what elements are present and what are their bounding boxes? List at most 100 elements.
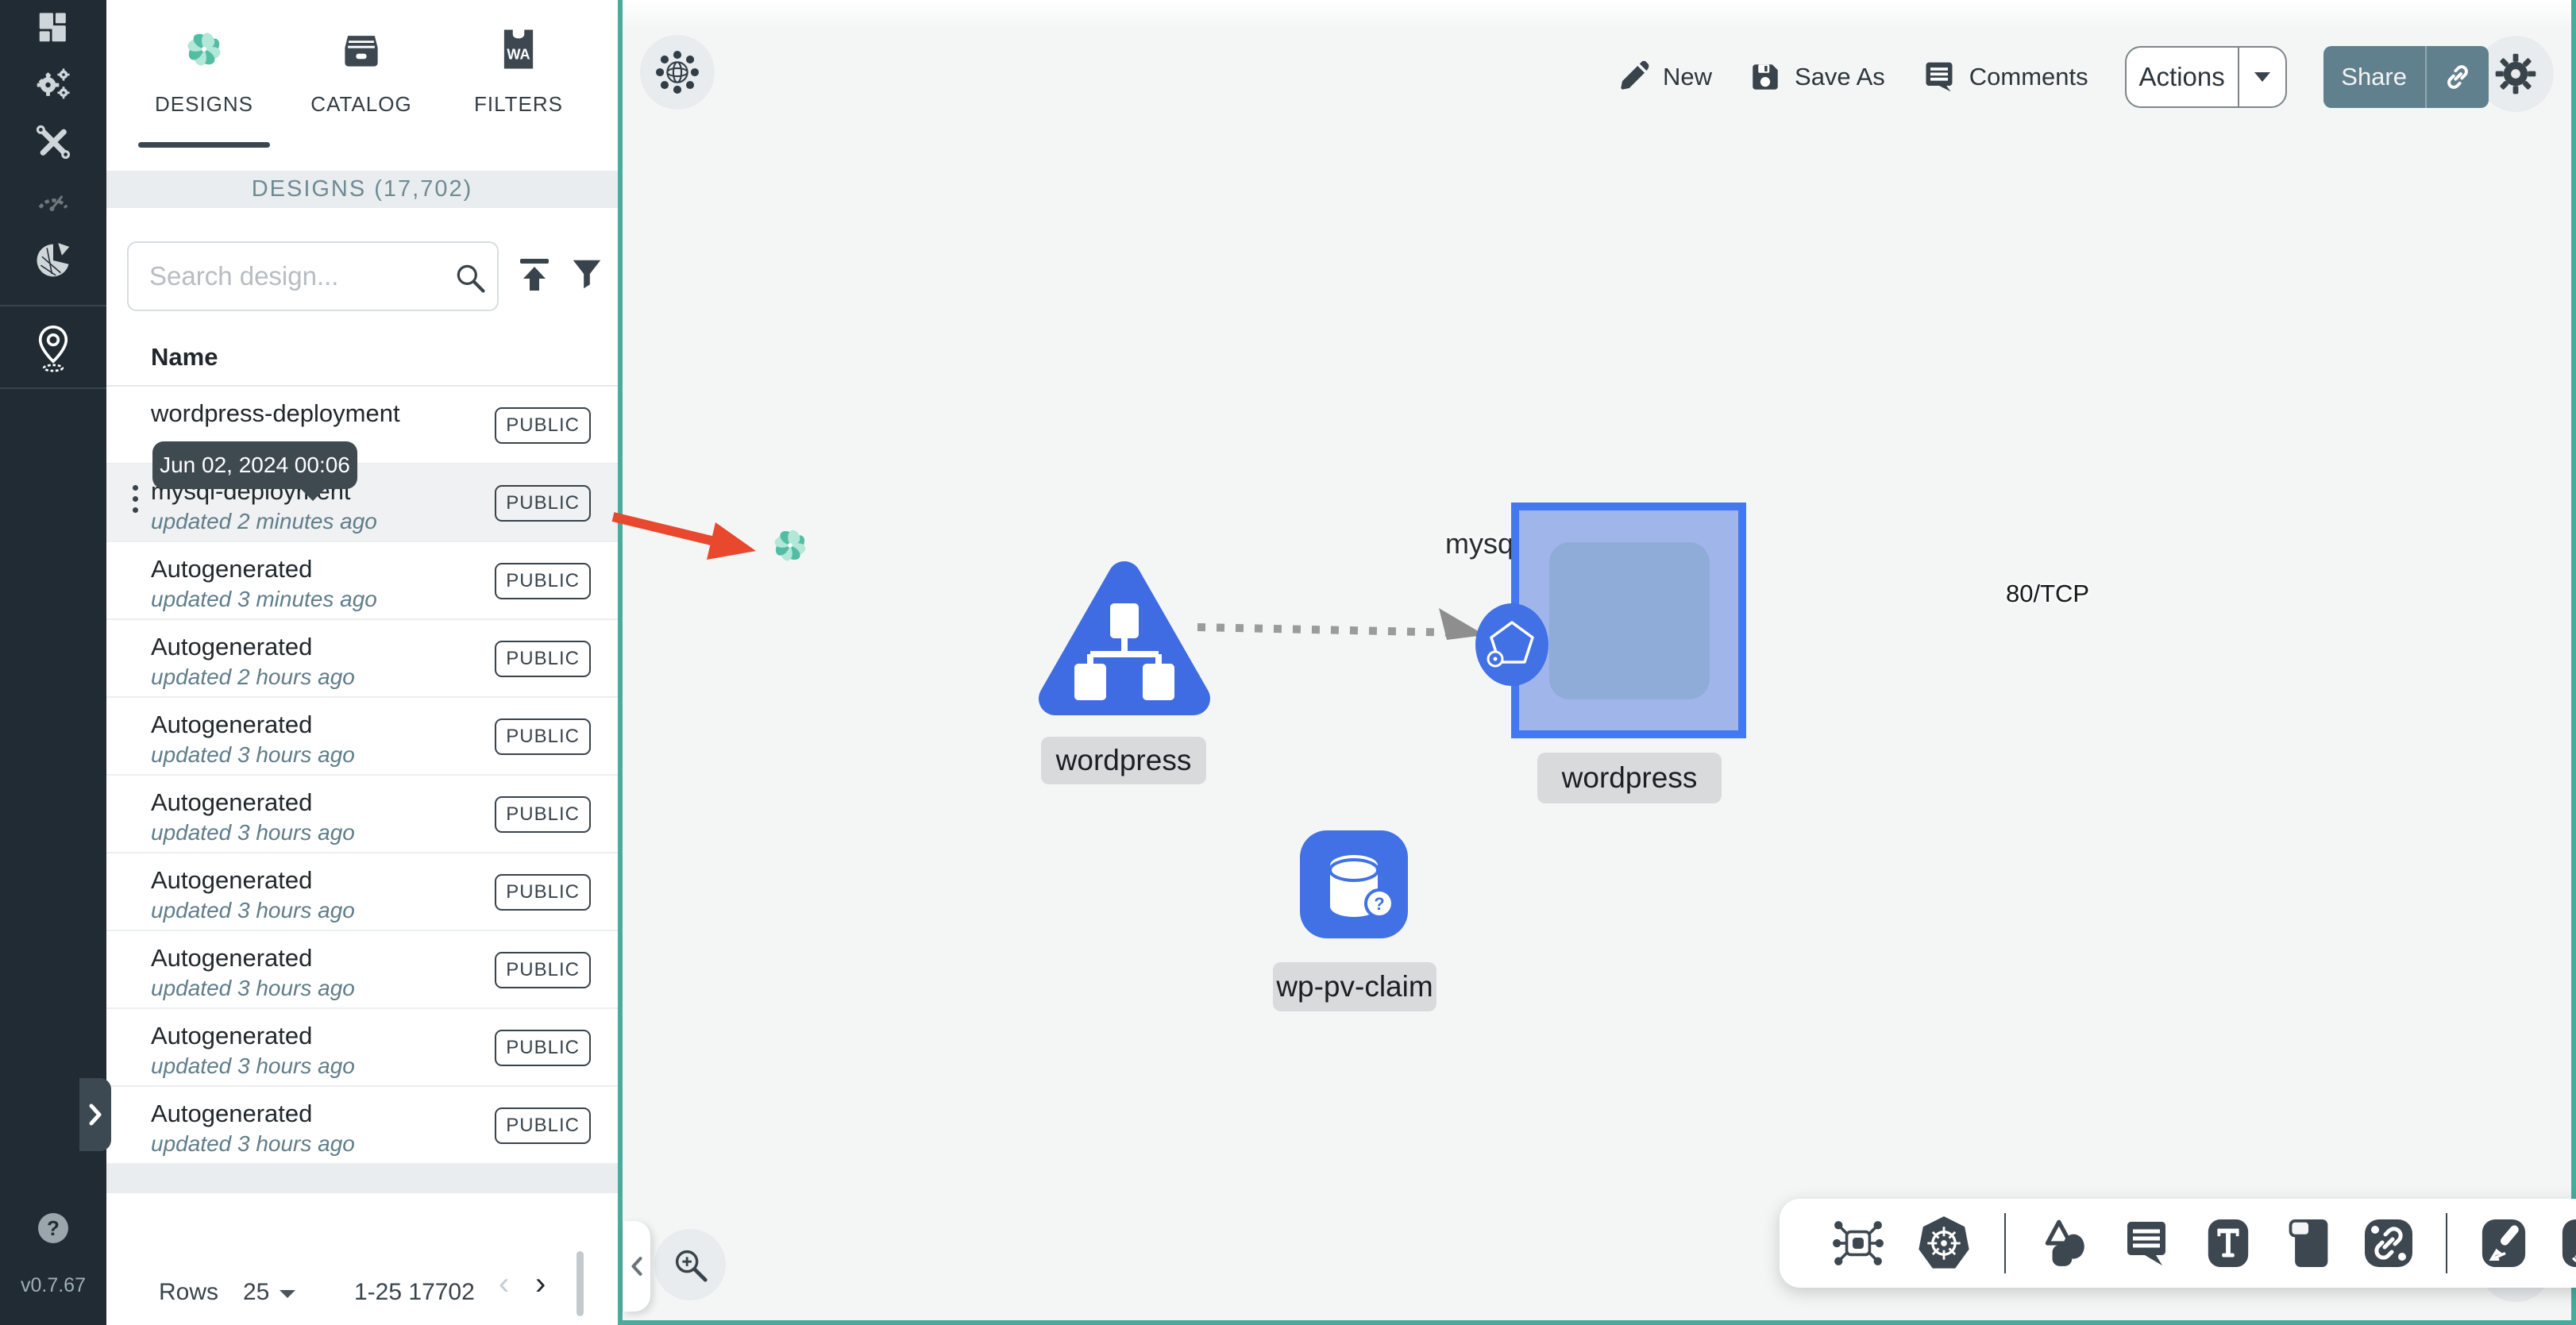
svg-text:?: ? bbox=[1374, 894, 1384, 914]
design-list-item[interactable]: Autogenerated updated 3 hours ago PUBLIC bbox=[106, 698, 618, 776]
design-list: wordpress-deployment PUBLIC mysql-deploy… bbox=[106, 387, 618, 1165]
copy-link-button[interactable] bbox=[2427, 46, 2489, 108]
pencil-icon bbox=[1621, 60, 1649, 90]
configuration-tools-icon[interactable] bbox=[0, 121, 106, 164]
design-list-item[interactable]: Autogenerated updated 3 hours ago PUBLIC bbox=[106, 1009, 618, 1087]
port-badge[interactable] bbox=[1474, 602, 1550, 688]
list-end-strip bbox=[106, 1165, 618, 1193]
rectangle-tool-icon[interactable] bbox=[2285, 1218, 2332, 1269]
actions-button-label[interactable]: Actions bbox=[2127, 48, 2238, 106]
caret-down-icon bbox=[2254, 72, 2270, 82]
design-list-item[interactable]: Autogenerated updated 3 minutes ago PUBL… bbox=[106, 542, 618, 620]
help-button[interactable]: ? bbox=[38, 1213, 68, 1243]
visibility-badge: PUBLIC bbox=[495, 485, 591, 522]
dashboard-icon[interactable] bbox=[0, 6, 106, 49]
comment-icon bbox=[1926, 62, 1953, 92]
design-list-item[interactable]: Autogenerated updated 3 hours ago PUBLIC bbox=[106, 853, 618, 931]
visibility-badge: PUBLIC bbox=[495, 718, 591, 755]
cluster-context-button[interactable] bbox=[640, 35, 715, 110]
node-mysql-deployment[interactable] bbox=[765, 521, 815, 570]
next-page-button[interactable]: › bbox=[535, 1268, 546, 1300]
sidebar-divider bbox=[0, 387, 106, 389]
page-range-label: 1-25 17702 bbox=[354, 1279, 475, 1305]
catalog-archive-icon bbox=[295, 17, 427, 81]
visibility-badge: PUBLIC bbox=[495, 796, 591, 833]
node-wp-pv-claim-label: wp-pv-claim bbox=[1273, 962, 1436, 1011]
design-updated: updated 3 hours ago bbox=[151, 1053, 355, 1078]
edge-port-label: 80/TCP bbox=[2006, 580, 2090, 607]
dock-divider bbox=[2445, 1213, 2447, 1273]
tab-designs[interactable]: DESIGNS bbox=[138, 17, 270, 144]
arrow-pen-tool-icon[interactable] bbox=[2479, 1218, 2528, 1269]
extensions-icon[interactable] bbox=[0, 238, 106, 283]
lifecycle-gears-icon[interactable] bbox=[0, 64, 106, 106]
share-button-label[interactable]: Share bbox=[2323, 46, 2425, 108]
design-list-item[interactable]: Autogenerated updated 3 hours ago PUBLIC bbox=[106, 776, 618, 853]
design-list-item[interactable]: Autogenerated updated 3 hours ago PUBLIC bbox=[106, 931, 618, 1009]
design-name: wordpress-deployment bbox=[151, 399, 400, 427]
date-tooltip: Jun 02, 2024 00:06 bbox=[152, 441, 357, 501]
app-window: ? v0.7.67 DESIGNS CATALOG WA FILTERS DES… bbox=[0, 0, 2576, 1325]
pagination-bar: Rows 25 1-25 17702 ‹ › bbox=[106, 1193, 618, 1325]
comments-button[interactable]: Comments bbox=[1922, 60, 2088, 94]
tab-catalog[interactable]: CATALOG bbox=[295, 17, 427, 144]
comment-tool-icon[interactable] bbox=[2121, 1218, 2172, 1269]
column-header-name: Name bbox=[151, 343, 218, 371]
drawer-collapse-button[interactable] bbox=[623, 1221, 650, 1312]
save-as-button[interactable]: Save As bbox=[1749, 60, 1885, 94]
performance-icon[interactable] bbox=[0, 179, 106, 219]
kanvas-pin-icon[interactable] bbox=[0, 319, 106, 378]
design-list-item[interactable]: Autogenerated updated 3 hours ago PUBLIC bbox=[106, 1087, 618, 1165]
search-input[interactable] bbox=[148, 248, 449, 305]
row-menu-icon[interactable] bbox=[127, 485, 143, 513]
sidebar-expand-button[interactable] bbox=[79, 1078, 111, 1151]
floppy-icon bbox=[1753, 64, 1778, 90]
settings-button[interactable] bbox=[2478, 36, 2554, 112]
rows-label: Rows bbox=[159, 1279, 219, 1305]
design-name: Autogenerated bbox=[151, 944, 313, 972]
node-wordpress-service-label: wordpress bbox=[1041, 737, 1206, 784]
tab-filters-label: FILTERS bbox=[474, 92, 563, 116]
prev-page-button[interactable]: ‹ bbox=[499, 1268, 509, 1300]
new-button[interactable]: New bbox=[1617, 60, 1712, 94]
dock-divider bbox=[2003, 1213, 2006, 1273]
visibility-badge: PUBLIC bbox=[495, 1107, 591, 1144]
node-wp-pv-claim[interactable]: ? bbox=[1300, 830, 1408, 938]
actions-dropdown-caret[interactable] bbox=[2239, 48, 2285, 106]
kubernetes-tool-icon[interactable] bbox=[1915, 1215, 1972, 1272]
design-name: Autogenerated bbox=[151, 866, 313, 894]
component-tool-icon[interactable] bbox=[1832, 1217, 1884, 1269]
volume-claim-icon: ? bbox=[1300, 830, 1408, 938]
design-list-item[interactable]: Autogenerated updated 2 hours ago PUBLIC bbox=[106, 620, 618, 698]
rows-per-page-select[interactable]: 25 bbox=[243, 1279, 269, 1306]
active-tab-underline bbox=[138, 142, 270, 148]
upload-design-icon[interactable] bbox=[515, 256, 553, 298]
visibility-badge: PUBLIC bbox=[495, 874, 591, 911]
design-updated: updated 3 hours ago bbox=[151, 898, 355, 922]
link-tool-icon[interactable] bbox=[2363, 1218, 2414, 1269]
design-updated: updated 2 minutes ago bbox=[151, 509, 377, 533]
zoom-in-button[interactable] bbox=[654, 1229, 726, 1300]
service-edge[interactable] bbox=[1197, 623, 1462, 637]
pencil-tool-icon[interactable] bbox=[2559, 1218, 2576, 1269]
canvas-toolbar: New Save As Comments Actions Share bbox=[1617, 44, 2489, 110]
rows-per-page-caret-icon[interactable] bbox=[280, 1290, 295, 1306]
node-wordpress-service[interactable] bbox=[1033, 548, 1216, 727]
share-button[interactable]: Share bbox=[2323, 46, 2489, 108]
link-icon bbox=[2447, 65, 2468, 89]
shapes-tool-icon[interactable] bbox=[2038, 1217, 2090, 1269]
tab-filters[interactable]: WA FILTERS bbox=[453, 17, 584, 144]
visibility-badge: PUBLIC bbox=[495, 1030, 591, 1066]
meshery-design-icon bbox=[774, 530, 806, 561]
text-tool-icon[interactable] bbox=[2204, 1218, 2253, 1269]
actions-button[interactable]: Actions bbox=[2124, 46, 2287, 108]
design-canvas[interactable]: New Save As Comments Actions Share wordp… bbox=[618, 0, 2576, 1325]
design-name: Autogenerated bbox=[151, 1100, 313, 1127]
design-updated: updated 2 hours ago bbox=[151, 664, 355, 689]
pentagon-service-icon bbox=[1475, 603, 1548, 686]
search-box bbox=[127, 241, 499, 311]
list-scrollbar[interactable] bbox=[577, 1251, 584, 1316]
design-name: Autogenerated bbox=[151, 555, 313, 583]
filter-funnel-icon[interactable] bbox=[569, 256, 605, 296]
tab-designs-label: DESIGNS bbox=[154, 92, 254, 116]
